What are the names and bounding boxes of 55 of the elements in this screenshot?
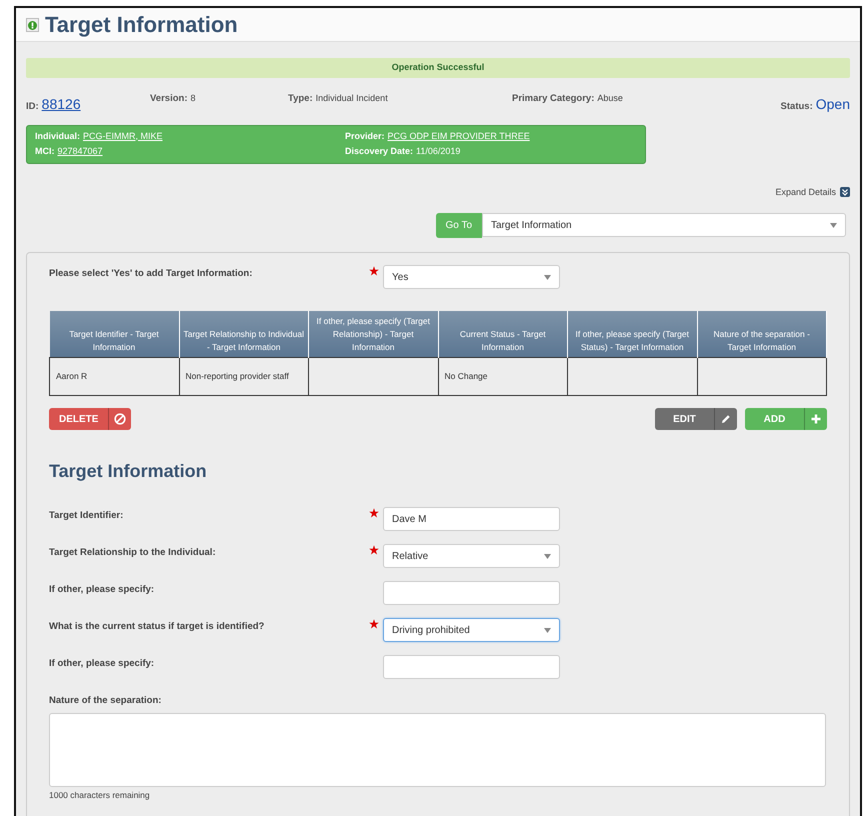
expand-details-link[interactable]: Expand Details: [775, 186, 836, 199]
field-label: Please select 'Yes' to add Target Information:: [49, 267, 254, 281]
field-label: Status:: [780, 100, 813, 114]
field-label: Primary Category:: [512, 92, 594, 106]
success-alert: Operation Successful: [26, 58, 850, 78]
field-label: Nature of the separation:: [49, 694, 162, 708]
caret-icon: [544, 554, 551, 559]
table-cell: No Change: [438, 358, 568, 396]
field-value: 8: [190, 92, 196, 104]
column-header: Target Identifier - Target Information: [50, 311, 179, 358]
info-icon: [26, 18, 39, 32]
column-header: If other, please specify (Target Relationship) - Target Information: [308, 311, 438, 358]
field-label: Target Relationship to the Individual:: [49, 546, 217, 560]
section-title: Target Information: [49, 460, 208, 484]
field-label: If other, please specify:: [49, 583, 156, 598]
column-header: Nature of the separation - Target Information: [697, 311, 826, 358]
table-cell: Aaron R: [50, 358, 179, 396]
pencil-icon: [720, 413, 732, 426]
field-label: Individual:: [35, 130, 80, 142]
section-dropdown[interactable]: Target Information: [482, 213, 846, 237]
text-area[interactable]: [49, 712, 826, 786]
caret-icon: [544, 274, 551, 280]
input-field[interactable]: Dave M: [383, 507, 560, 532]
id-link[interactable]: 88126: [42, 94, 81, 114]
field-value: Abuse: [597, 92, 623, 104]
cancel-icon: [114, 413, 126, 426]
caret-icon: [830, 222, 837, 228]
caret-icon: [544, 628, 551, 633]
field-label: ID:: [26, 100, 39, 114]
select-field[interactable]: Relative: [383, 544, 560, 568]
table-cell: Non-reporting provider staff: [179, 358, 308, 396]
field-label: MCI:: [35, 145, 54, 158]
field-label: If other, please specify:: [49, 657, 156, 672]
chevron-down-icon: [840, 187, 850, 198]
character-counter: 1000 characters remaining: [49, 788, 151, 802]
status-value: Open: [816, 94, 850, 114]
input-field[interactable]: [383, 581, 560, 606]
select-field[interactable]: Driving prohibited: [383, 618, 560, 642]
field-value: 11/06/2019: [416, 145, 460, 158]
field-label: Version:: [150, 92, 188, 106]
field-value: Individual Incident: [316, 92, 388, 104]
field-label: Provider:: [345, 130, 385, 142]
field-label: Target Identifier:: [49, 509, 124, 524]
input-field[interactable]: [383, 655, 560, 680]
column-header: If other, please specify (Target Status) - Target Information: [568, 311, 697, 358]
field-label: Type:: [288, 92, 313, 106]
plus-icon: [810, 413, 822, 426]
select-field[interactable]: Yes: [383, 265, 560, 289]
field-label: Discovery Date:: [345, 145, 414, 158]
column-header: Target Relationship to Individual - Target Information: [179, 311, 308, 358]
edit-button[interactable]: EDIT: [655, 408, 737, 430]
delete-button[interactable]: DELETE: [49, 408, 132, 430]
field-label: What is the current status if target is identified?: [49, 620, 266, 634]
column-header: Current Status - Target Information: [438, 311, 568, 358]
page-title: Target Information: [45, 11, 238, 39]
